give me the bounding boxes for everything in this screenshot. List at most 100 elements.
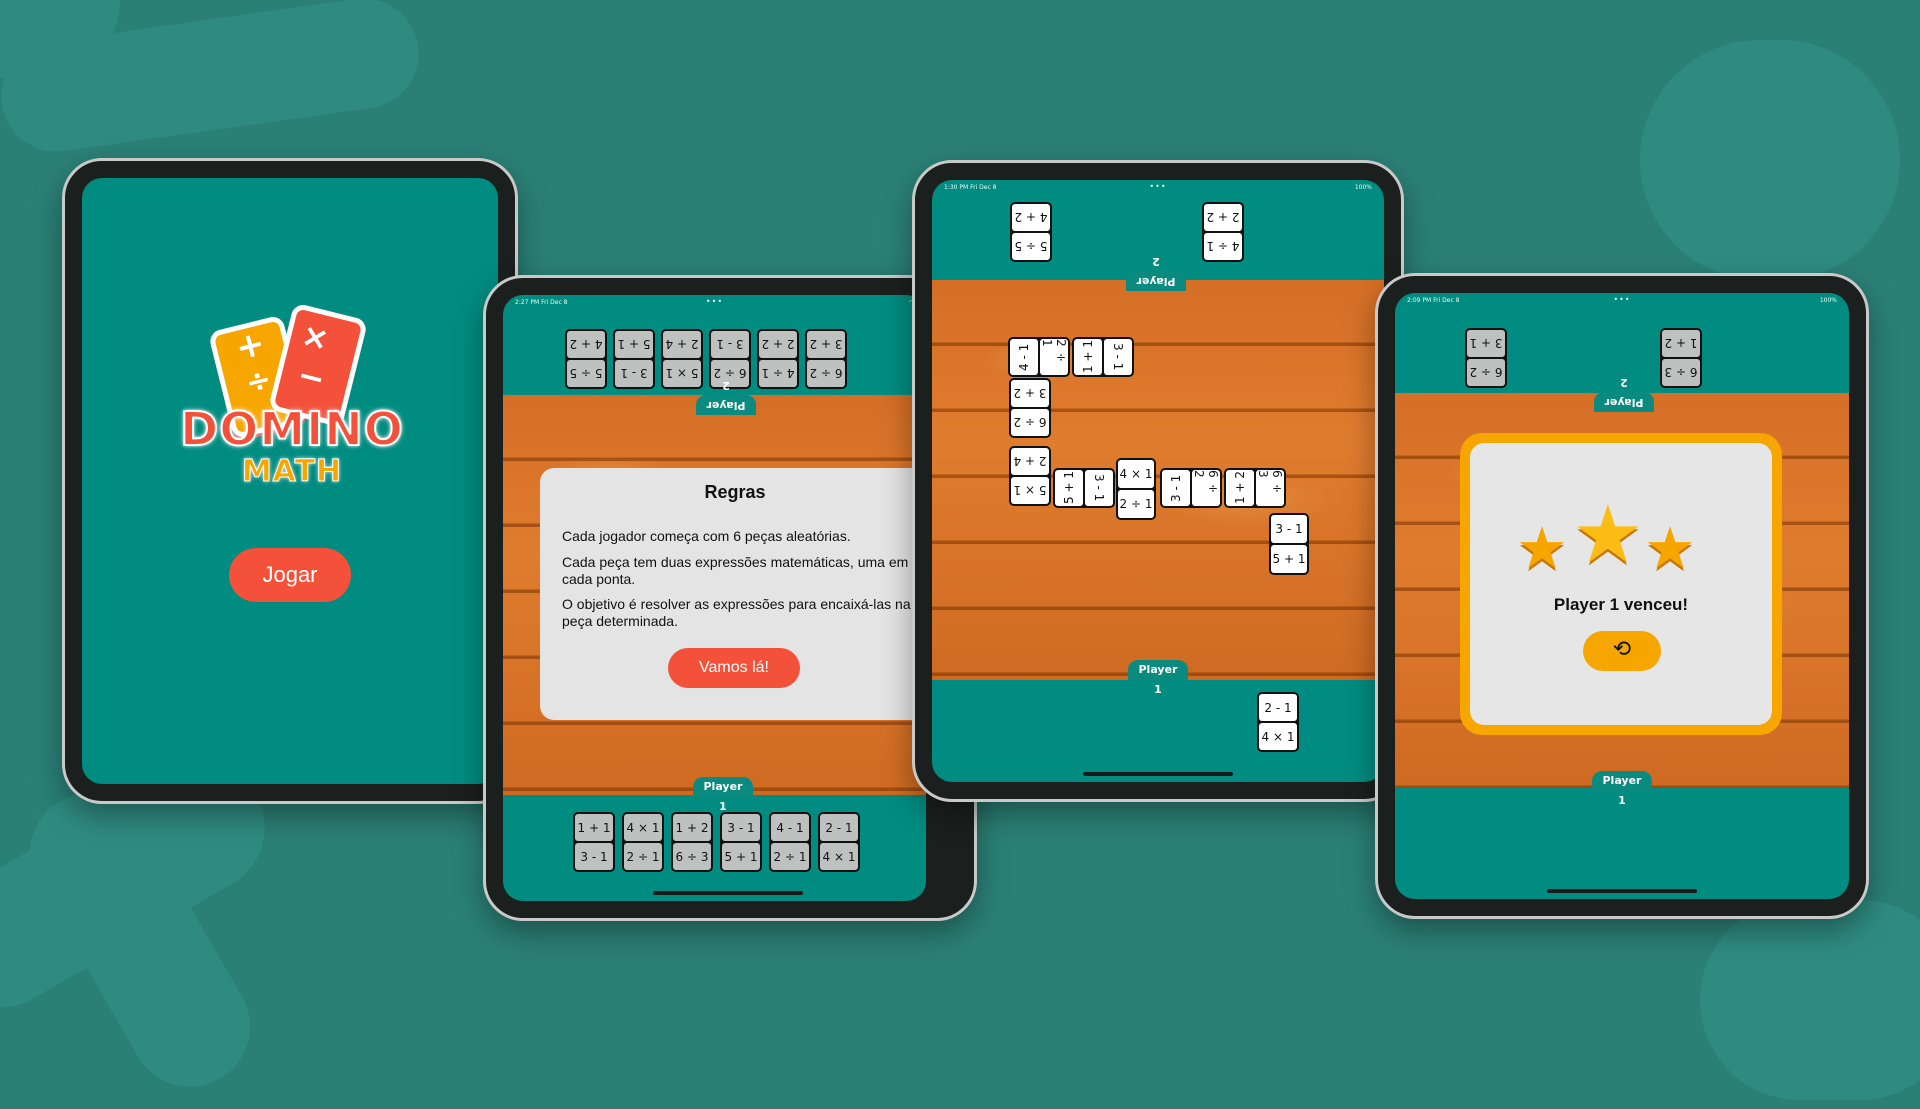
rule-2: Cada peça tem duas expressões matemática… <box>562 554 909 587</box>
tile-expression: 3 - 1 <box>1271 515 1307 543</box>
tile-expression: 1 + 2 <box>673 814 711 841</box>
status-time: 1:30 PM Fri Dec 8 <box>944 184 997 191</box>
bg-shape <box>1640 40 1900 280</box>
tile-expression: 6 ÷ 2 <box>1192 470 1220 506</box>
tile-expression: 5 + 1 <box>615 331 653 358</box>
replay-icon: ⟲ <box>1612 637 1632 662</box>
status-bar: 2:09 PM Fri Dec 8 ••• 100% <box>1407 295 1837 307</box>
tile-expression: 4 + 2 <box>1012 204 1050 231</box>
hand-domino-tile[interactable]: 3 - 15 + 1 <box>720 812 762 872</box>
board-domino-tile[interactable]: 1 + 13 - 1 <box>1072 337 1134 377</box>
player2-label: Player 2 <box>696 379 756 415</box>
logo-title: DOMINO <box>179 401 404 457</box>
winner-card: ★ ★ ★ Player 1 venceu! ⟲ <box>1470 443 1772 725</box>
start-button[interactable]: Vamos lá! <box>668 648 800 688</box>
opponent-domino-tile[interactable]: 5 ÷ 54 + 2 <box>565 329 607 389</box>
opponent-domino-tile[interactable]: 6 ÷ 23 - 1 <box>709 329 751 389</box>
hand-domino-tile[interactable]: 1 + 26 ÷ 3 <box>671 812 713 872</box>
tile-expression: 4 × 1 <box>1259 723 1297 750</box>
rules-dialog: Regras Cada jogador começa com 6 peças a… <box>540 468 926 720</box>
game-screen: 1:30 PM Fri Dec 8 ••• 100% 5 ÷ 54 + 2 4 ÷… <box>932 180 1384 782</box>
status-bar: 1:30 PM Fri Dec 8 ••• 100% <box>944 182 1372 194</box>
hand-domino-tile[interactable]: 1 + 13 - 1 <box>573 812 615 872</box>
bg-shape <box>1700 900 1920 1100</box>
player2-label: Player 2 <box>1594 376 1654 412</box>
tile-expression: 2 + 4 <box>663 331 701 358</box>
home-indicator <box>653 891 803 895</box>
tile-expression: 3 + 1 <box>1467 330 1505 357</box>
battery-status: 100% <box>1819 297 1837 304</box>
play-button[interactable]: Jogar <box>229 548 351 602</box>
winner-screen: 2:09 PM Fri Dec 8 ••• 100% 6 ÷ 23 + 16 ÷… <box>1395 293 1849 899</box>
board-domino-tile[interactable]: 5 × 12 + 4 <box>1009 446 1051 506</box>
tile-expression: 2 - 1 <box>1259 694 1297 721</box>
opponent-domino-tile[interactable]: 6 ÷ 31 + 2 <box>1660 328 1702 388</box>
hand-domino-tile[interactable]: 4 - 12 ÷ 1 <box>769 812 811 872</box>
tile-expression: 6 ÷ 2 <box>711 360 749 387</box>
player1-label: Player 1 <box>1128 660 1188 696</box>
tile-expression: 4 - 1 <box>771 814 809 841</box>
tile-expression: 3 - 1 <box>615 360 653 387</box>
tile-expression: 5 ÷ 5 <box>1012 233 1050 260</box>
tile-expression: 4 + 2 <box>567 331 605 358</box>
tile-expression: 2 + 4 <box>1011 448 1049 475</box>
tile-expression: 5 + 1 <box>1055 470 1083 506</box>
status-time: 2:09 PM Fri Dec 8 <box>1407 297 1460 304</box>
tile-expression: 1 + 2 <box>1662 330 1700 357</box>
logo-subtitle: MATH <box>241 454 343 490</box>
tile-expression: 6 ÷ 2 <box>1011 409 1049 436</box>
tile-expression: 2 + 2 <box>1204 204 1242 231</box>
status-bar: 2:27 PM Fri Dec 8 ••• ◠ <box>515 297 914 309</box>
board-domino-tile[interactable]: 4 × 12 ÷ 1 <box>1116 458 1156 520</box>
rules-title: Regras <box>704 482 766 502</box>
tile-expression: 4 × 1 <box>624 814 662 841</box>
tile-expression: 2 ÷ 1 <box>1040 339 1068 375</box>
opponent-domino-tile[interactable]: 4 ÷ 12 + 2 <box>1202 202 1244 262</box>
board-domino-tile[interactable]: 5 + 13 - 1 <box>1053 468 1115 508</box>
opponent-domino-tile[interactable]: 6 ÷ 23 + 2 <box>805 329 847 389</box>
ipad-winner: 2:09 PM Fri Dec 8 ••• 100% 6 ÷ 23 + 16 ÷… <box>1375 273 1869 919</box>
star-icon: ★ <box>1644 514 1696 582</box>
tile-expression: 4 ÷ 1 <box>1204 233 1242 260</box>
ipad-rules: 2:27 PM Fri Dec 8 ••• ◠ 5 ÷ 54 + 23 - 15… <box>483 275 977 921</box>
tile-expression: 2 ÷ 1 <box>624 843 662 870</box>
rule-1: Cada jogador começa com 6 peças aleatóri… <box>562 528 851 544</box>
home-indicator <box>1547 889 1697 893</box>
board-domino-tile[interactable]: 6 ÷ 23 + 2 <box>1009 378 1051 438</box>
tile-expression: 4 × 1 <box>820 843 858 870</box>
tile-expression: 5 × 1 <box>663 360 701 387</box>
hand-domino-tile[interactable]: 2 - 14 × 1 <box>818 812 860 872</box>
winner-text: Player 1 venceu! <box>1553 595 1689 614</box>
logo: + ÷ × − DOMINO MATH <box>162 302 422 498</box>
tile-expression: 5 + 1 <box>1271 545 1307 573</box>
winner-dialog: ★ ★ ★ Player 1 venceu! ⟲ <box>1460 433 1782 735</box>
opponent-domino-tile[interactable]: 4 ÷ 12 + 2 <box>757 329 799 389</box>
tile-expression: 3 - 1 <box>711 331 749 358</box>
hand-domino-tile[interactable]: 2 - 14 × 1 <box>1257 692 1299 752</box>
replay-button[interactable]: ⟲ <box>1583 631 1661 671</box>
ipad-game: 1:30 PM Fri Dec 8 ••• 100% 5 ÷ 54 + 2 4 ÷… <box>912 160 1404 802</box>
wood-board <box>932 280 1384 680</box>
tile-expression: 6 ÷ 2 <box>1467 359 1505 386</box>
opponent-domino-tile[interactable]: 5 × 12 + 4 <box>661 329 703 389</box>
board-domino-tile[interactable]: 3 - 16 ÷ 2 <box>1160 468 1222 508</box>
tile-expression: 2 ÷ 1 <box>771 843 809 870</box>
board-domino-tile[interactable]: 3 - 15 + 1 <box>1269 513 1309 575</box>
board-domino-tile[interactable]: 1 + 26 ÷ 3 <box>1224 468 1286 508</box>
tile-expression: 3 - 1 <box>575 843 613 870</box>
tile-expression: 2 + 2 <box>759 331 797 358</box>
tile-expression: 3 + 2 <box>1011 380 1049 407</box>
tile-expression: 6 ÷ 3 <box>1662 359 1700 386</box>
opponent-domino-tile[interactable]: 3 - 15 + 1 <box>613 329 655 389</box>
opponent-domino-tile[interactable]: 5 ÷ 54 + 2 <box>1010 202 1052 262</box>
tile-expression: 1 + 1 <box>575 814 613 841</box>
tile-expression: 2 ÷ 1 <box>1118 490 1154 518</box>
board-domino-tile[interactable]: 4 - 12 ÷ 1 <box>1008 337 1070 377</box>
tile-expression: 2 - 1 <box>820 814 858 841</box>
player2-label: Player 2 <box>1126 255 1186 291</box>
home-indicator <box>1083 772 1233 776</box>
tile-expression: 5 × 1 <box>1011 477 1049 504</box>
tile-expression: 3 + 2 <box>807 331 845 358</box>
hand-domino-tile[interactable]: 4 × 12 ÷ 1 <box>622 812 664 872</box>
opponent-domino-tile[interactable]: 6 ÷ 23 + 1 <box>1465 328 1507 388</box>
